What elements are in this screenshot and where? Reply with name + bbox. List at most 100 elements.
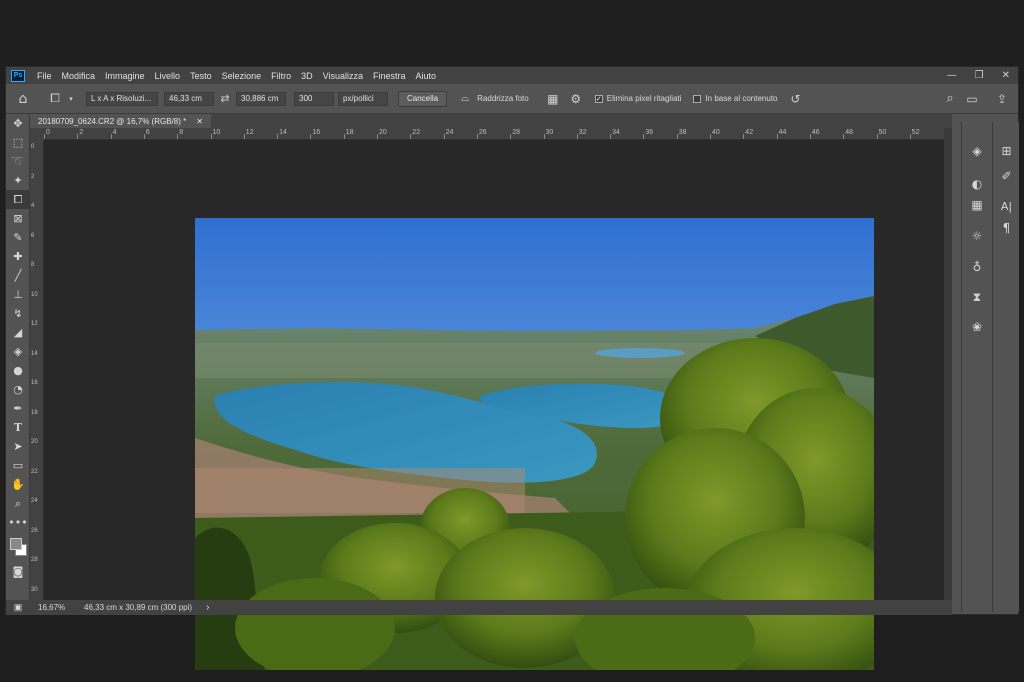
chevron-down-icon[interactable]: ▾ [66,95,76,103]
home-icon[interactable]: ⌂ [10,91,36,107]
menu-file[interactable]: File [37,71,52,81]
zoom-level[interactable]: 16,67% [38,603,78,612]
healing-brush-tool-icon[interactable]: ✚ [6,247,30,266]
status-menu-icon[interactable]: ▣ [6,602,30,613]
close-button[interactable]: ✕ [1002,70,1010,81]
ruler-tick [110,134,112,139]
move-tool-icon[interactable]: ✥ [6,114,30,133]
photoshop-logo: Ps [11,69,25,82]
brightness-panel-icon[interactable]: ☼ [962,225,992,246]
height-input[interactable]: 30,886 cm [236,91,286,106]
menu-aiuto[interactable]: Aiuto [416,71,437,81]
status-info-arrow[interactable]: › [206,602,209,613]
quick-mask-icon[interactable]: ◙ [6,562,30,581]
close-tab-icon[interactable]: ✕ [196,117,203,126]
properties-panel-icon[interactable]: ⊞ [993,140,1020,161]
search-icon[interactable]: ⌕ [940,91,960,106]
ruler-tick-label: 20 [379,129,387,136]
gear-icon[interactable]: ⚙ [565,92,587,106]
menu-visualizza[interactable]: Visualizza [323,71,363,81]
content-aware-checkbox[interactable] [693,94,702,103]
ruler-tick [909,134,911,139]
status-bar: ▣ 16,67% 46,33 cm x 30,89 cm (300 ppi) › [6,600,952,615]
type-tool-icon[interactable]: T [6,418,30,437]
reset-icon[interactable]: ↺ [784,92,808,106]
menu-finestra[interactable]: Finestra [373,71,406,81]
delete-cropped-checkbox[interactable]: ✓ [594,94,603,103]
ruler-tick [776,134,778,139]
rectangle-tool-icon[interactable]: ▭ [6,456,30,475]
ruler-tick-label: 14 [31,350,38,357]
adjustments-panel-icon[interactable]: ◐ [962,173,992,194]
width-input[interactable]: 46,33 cm [164,91,214,106]
paragraph-panel-icon[interactable]: ¶ [993,217,1020,238]
swap-icon[interactable]: ⇄ [214,92,236,105]
menu-filtro[interactable]: Filtro [271,71,291,81]
eyedropper-tool-icon[interactable]: ✎ [6,228,30,247]
grid-overlay-icon[interactable]: ▦ [541,92,565,106]
minimize-button[interactable]: — [947,70,957,81]
workspace-icon[interactable]: ▭ [962,92,982,106]
menu-3d[interactable]: 3D [301,71,313,81]
menu-immagine[interactable]: Immagine [105,71,145,81]
content-aware-label: In base al contenuto [705,94,778,103]
crop-tool-icon[interactable]: ⧠ [6,190,30,209]
path-selection-tool-icon[interactable]: ➤ [6,437,30,456]
pen-tool-icon[interactable]: ✒ [6,399,30,418]
menu-testo[interactable]: Testo [190,71,212,81]
channels-panel-icon[interactable]: ❀ [962,316,992,337]
brush-settings-icon[interactable]: ✐ [993,165,1020,186]
ruler-tick [277,134,279,139]
ruler-horizontal[interactable]: 0 2 4 6 8 10 12 14 16 18 20 22 24 26 28 30 32 34 36 38 40 42 4… [44,128,944,140]
ruler-tick [876,134,878,139]
zoom-tool-icon[interactable]: ⌕ [6,494,30,513]
swatches-panel-icon[interactable]: ▦ [962,194,992,215]
marquee-tool-icon[interactable]: ⬚ [6,133,30,152]
menu-livello[interactable]: Livello [155,71,181,81]
blur-tool-icon[interactable]: ● [6,361,30,380]
document-tab[interactable]: 20180709_0624.CR2 @ 16,7% (RGB/8) * ✕ [30,114,211,128]
resolution-input[interactable]: 300 [294,91,334,106]
layers-panel-icon[interactable]: ◈ [962,140,992,161]
lasso-tool-icon[interactable]: ➰ [6,152,30,171]
ruler-tick-label: 46 [811,129,820,136]
ratio-preset-select[interactable]: L x A x Risoluzi... [86,91,158,106]
ruler-tick-label: 18 [31,409,38,416]
ruler-tick-label: 4 [112,129,117,136]
color-swatches[interactable] [6,532,30,562]
history-brush-tool-icon[interactable]: ↯ [6,304,30,323]
more-tools-icon[interactable]: ••• [6,513,30,532]
ruler-tick-label: 4 [31,203,35,209]
ruler-tick [310,134,312,139]
ruler-tick-label: 18 [345,129,354,136]
ruler-tick [710,134,711,139]
ruler-tick-label: 38 [678,129,687,136]
ruler-tick-label: 16 [31,380,38,386]
canvas-area[interactable] [44,140,944,670]
brush-tool-icon[interactable]: ╱ [6,266,30,285]
crop-tool-icon[interactable]: ⧠ [44,91,66,106]
restore-button[interactable]: ❐ [975,70,984,81]
share-icon[interactable]: ⇪ [992,92,1012,106]
ruler-tick-label: 52 [911,129,920,136]
menu-modifica[interactable]: Modifica [62,71,96,81]
resolution-unit-select[interactable]: px/pollici [338,91,388,106]
magic-wand-tool-icon[interactable]: ✦ [6,171,30,190]
hand-tool-icon[interactable]: ✋ [6,475,30,494]
clear-button[interactable]: Cancella [398,90,448,107]
menu-selezione[interactable]: Selezione [222,71,262,81]
straighten-icon[interactable]: ⌓ [453,93,477,104]
dodge-tool-icon[interactable]: ◔ [6,380,30,399]
paint-bucket-tool-icon[interactable]: ◈ [6,342,30,361]
frame-tool-icon[interactable]: ⊠ [6,209,30,228]
ruler-tick-label: 6 [31,232,35,239]
ruler-vertical[interactable]: 0 2 4 6 8 10 12 14 16 18 20 22 24 26 28 30 [30,140,44,600]
tools-panel: ✥ ⬚ ➰ ✦ ⧠ ⊠ ✎ ✚ ╱ ⊥ ↯ ◢ ◈ ● ◔ ✒ T ➤ ▭ ✋ … [6,114,30,604]
character-panel-icon[interactable]: A| [993,196,1020,217]
eraser-tool-icon[interactable]: ◢ [6,323,30,342]
vertical-scrollbar[interactable] [944,128,952,600]
learn-panel-icon[interactable]: ♁ [962,256,992,277]
clone-stamp-tool-icon[interactable]: ⊥ [6,285,30,304]
straighten-label[interactable]: Raddrizza foto [477,94,529,103]
history-panel-icon[interactable]: ⧗ [962,287,992,308]
